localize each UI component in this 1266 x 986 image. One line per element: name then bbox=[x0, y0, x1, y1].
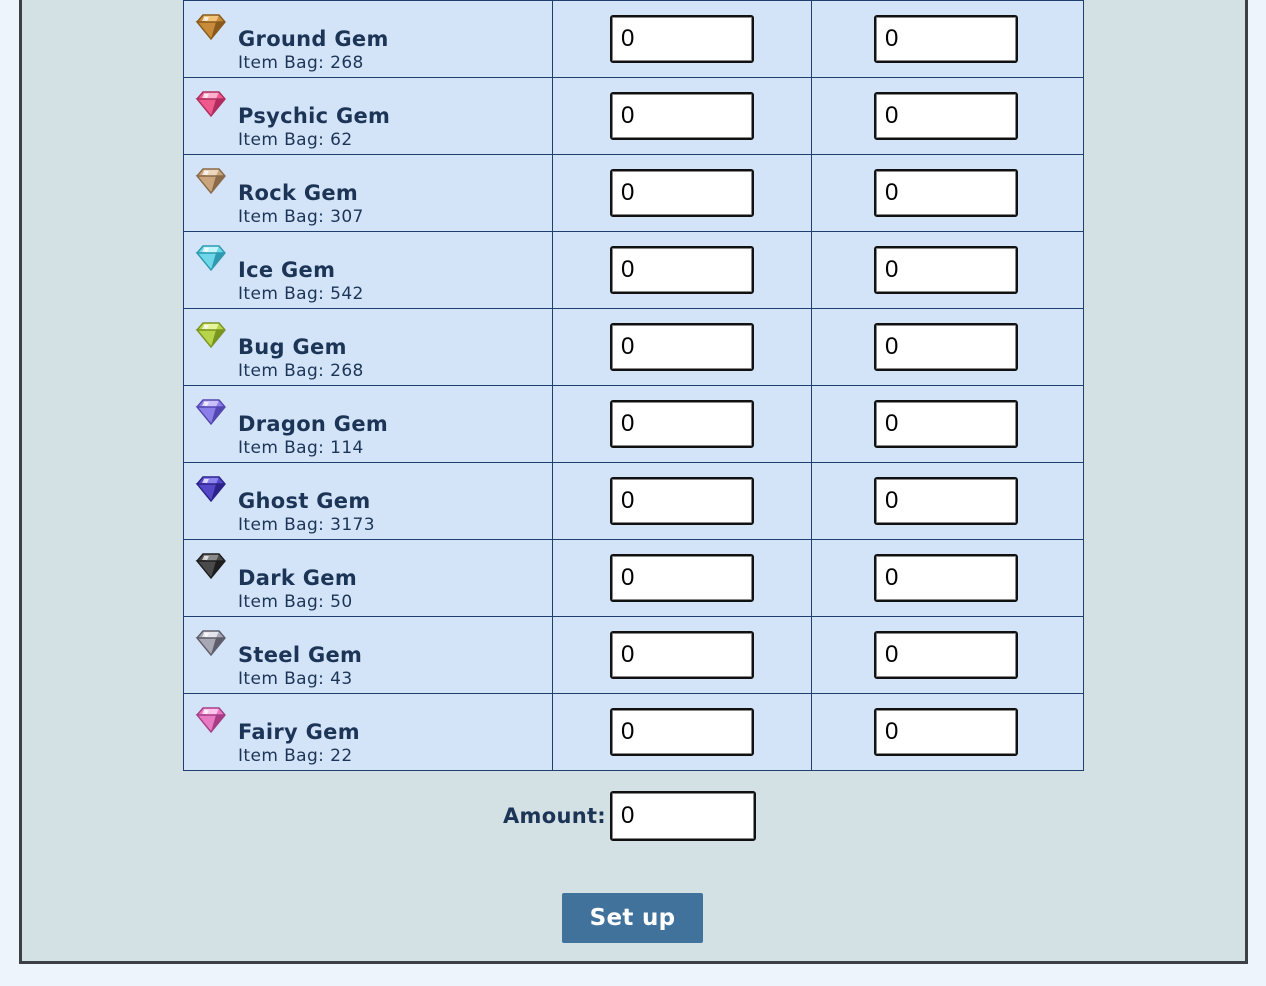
dragon-gem-icon bbox=[195, 399, 226, 426]
gem-input-cell-2 bbox=[811, 77, 1084, 155]
gem-name-cell: Ground Gem Item Bag: 268 bbox=[183, 0, 553, 78]
gem-item-bag-count: Item Bag: 268 bbox=[238, 361, 364, 381]
gem-row-steel-gem: Steel Gem Item Bag: 43 bbox=[183, 616, 1084, 694]
gem-input-cell-1 bbox=[552, 693, 812, 771]
amount-label: Amount: bbox=[503, 804, 606, 828]
gem-row-fairy-gem: Fairy Gem Item Bag: 22 bbox=[183, 693, 1084, 771]
gem-name: Psychic Gem bbox=[238, 104, 391, 128]
gem-name: Dark Gem bbox=[238, 566, 357, 590]
gem-row-ground-gem: Ground Gem Item Bag: 268 bbox=[183, 0, 1084, 78]
gem-name-cell: Steel Gem Item Bag: 43 bbox=[183, 616, 553, 694]
gem-input-cell-2 bbox=[811, 154, 1084, 232]
gem-input-cell-2 bbox=[811, 462, 1084, 540]
gem-name-cell: Bug Gem Item Bag: 268 bbox=[183, 308, 553, 386]
amount-input[interactable] bbox=[610, 791, 756, 841]
set-up-button[interactable]: Set up bbox=[562, 893, 703, 943]
gem-quantity-input-1[interactable] bbox=[610, 400, 754, 448]
gem-name-cell: Dragon Gem Item Bag: 114 bbox=[183, 385, 553, 463]
gem-item-bag-count: Item Bag: 3173 bbox=[238, 515, 375, 535]
gem-input-cell-1 bbox=[552, 77, 812, 155]
gem-input-cell-1 bbox=[552, 308, 812, 386]
ghost-gem-icon bbox=[195, 476, 226, 503]
gem-item-bag-count: Item Bag: 268 bbox=[238, 53, 364, 73]
gem-quantity-input-2[interactable] bbox=[874, 554, 1018, 602]
rock-gem-icon bbox=[195, 168, 226, 195]
gem-quantity-input-2[interactable] bbox=[874, 246, 1018, 294]
gem-quantity-input-1[interactable] bbox=[610, 477, 754, 525]
gem-quantity-input-2[interactable] bbox=[874, 477, 1018, 525]
gem-quantity-input-1[interactable] bbox=[610, 323, 754, 371]
amount-row: Amount: bbox=[503, 791, 756, 841]
gem-quantity-input-2[interactable] bbox=[874, 92, 1018, 140]
gem-input-cell-1 bbox=[552, 385, 812, 463]
gem-row-ghost-gem: Ghost Gem Item Bag: 3173 bbox=[183, 462, 1084, 540]
steel-gem-icon bbox=[195, 630, 226, 657]
ice-gem-icon bbox=[195, 245, 226, 272]
gem-quantity-input-2[interactable] bbox=[874, 15, 1018, 63]
gem-row-dark-gem: Dark Gem Item Bag: 50 bbox=[183, 539, 1084, 617]
gem-input-cell-2 bbox=[811, 693, 1084, 771]
gem-name: Steel Gem bbox=[238, 643, 363, 667]
gem-name: Rock Gem bbox=[238, 181, 359, 205]
gem-quantity-input-1[interactable] bbox=[610, 631, 754, 679]
gem-name: Dragon Gem bbox=[238, 412, 389, 436]
gem-input-cell-1 bbox=[552, 462, 812, 540]
gem-item-bag-count: Item Bag: 542 bbox=[238, 284, 364, 304]
gem-name-cell: Ghost Gem Item Bag: 3173 bbox=[183, 462, 553, 540]
gem-row-dragon-gem: Dragon Gem Item Bag: 114 bbox=[183, 385, 1084, 463]
gem-name-cell: Fairy Gem Item Bag: 22 bbox=[183, 693, 553, 771]
gem-name-cell: Dark Gem Item Bag: 50 bbox=[183, 539, 553, 617]
gem-quantity-input-1[interactable] bbox=[610, 554, 754, 602]
gem-name: Fairy Gem bbox=[238, 720, 360, 744]
gem-quantity-input-1[interactable] bbox=[610, 246, 754, 294]
gem-quantity-input-1[interactable] bbox=[610, 169, 754, 217]
gem-row-bug-gem: Bug Gem Item Bag: 268 bbox=[183, 308, 1084, 386]
gem-name: Bug Gem bbox=[238, 335, 347, 359]
gem-item-bag-count: Item Bag: 307 bbox=[238, 207, 364, 227]
gem-name: Ice Gem bbox=[238, 258, 336, 282]
gem-quantity-input-1[interactable] bbox=[610, 708, 754, 756]
gem-name: Ground Gem bbox=[238, 27, 389, 51]
fairy-gem-icon bbox=[195, 707, 226, 734]
gem-input-cell-1 bbox=[552, 616, 812, 694]
gem-quantity-input-2[interactable] bbox=[874, 169, 1018, 217]
ground-gem-icon bbox=[195, 14, 226, 41]
gem-row-rock-gem: Rock Gem Item Bag: 307 bbox=[183, 154, 1084, 232]
gem-item-bag-count: Item Bag: 114 bbox=[238, 438, 364, 458]
gem-name-cell: Psychic Gem Item Bag: 62 bbox=[183, 77, 553, 155]
gem-item-bag-count: Item Bag: 50 bbox=[238, 592, 353, 612]
dark-gem-icon bbox=[195, 553, 226, 580]
gem-input-cell-2 bbox=[811, 385, 1084, 463]
gem-quantity-input-1[interactable] bbox=[610, 15, 754, 63]
gem-input-cell-1 bbox=[552, 0, 812, 78]
gem-input-cell-2 bbox=[811, 0, 1084, 78]
gem-input-cell-2 bbox=[811, 539, 1084, 617]
gem-name-cell: Rock Gem Item Bag: 307 bbox=[183, 154, 553, 232]
gem-input-cell-2 bbox=[811, 308, 1084, 386]
bug-gem-icon bbox=[195, 322, 226, 349]
gem-row-psychic-gem: Psychic Gem Item Bag: 62 bbox=[183, 77, 1084, 155]
gem-item-bag-count: Item Bag: 43 bbox=[238, 669, 353, 689]
gem-quantity-input-2[interactable] bbox=[874, 323, 1018, 371]
gem-quantity-input-2[interactable] bbox=[874, 708, 1018, 756]
gem-input-cell-1 bbox=[552, 154, 812, 232]
gem-name-cell: Ice Gem Item Bag: 542 bbox=[183, 231, 553, 309]
psychic-gem-icon bbox=[195, 91, 226, 118]
gem-quantity-input-2[interactable] bbox=[874, 400, 1018, 448]
gem-item-bag-count: Item Bag: 22 bbox=[238, 746, 353, 766]
gem-input-cell-1 bbox=[552, 539, 812, 617]
gem-input-cell-2 bbox=[811, 231, 1084, 309]
gem-name: Ghost Gem bbox=[238, 489, 371, 513]
gem-row-ice-gem: Ice Gem Item Bag: 542 bbox=[183, 231, 1084, 309]
gem-item-bag-count: Item Bag: 62 bbox=[238, 130, 353, 150]
gem-input-cell-1 bbox=[552, 231, 812, 309]
gem-quantity-input-1[interactable] bbox=[610, 92, 754, 140]
gem-table: Ground Gem Item Bag: 268 Psychic Gem Ite… bbox=[183, 0, 1084, 771]
gem-input-cell-2 bbox=[811, 616, 1084, 694]
gem-quantity-input-2[interactable] bbox=[874, 631, 1018, 679]
